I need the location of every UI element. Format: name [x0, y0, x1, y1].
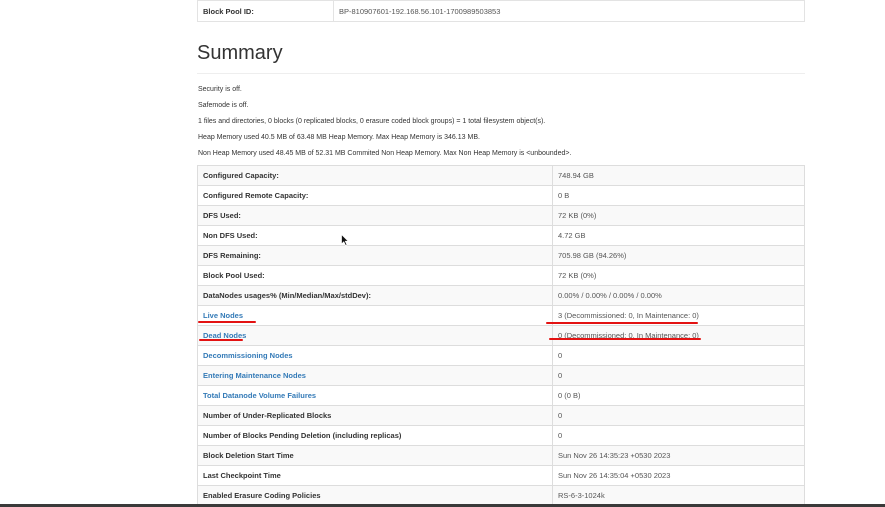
live-nodes-link[interactable]: Live Nodes: [203, 311, 243, 320]
table-row: Block Pool ID: BP-810907601-192.168.56.1…: [197, 0, 805, 22]
entering-maintenance-nodes-link[interactable]: Entering Maintenance Nodes: [203, 371, 306, 380]
namenode-overview-page: Block Pool ID: BP-810907601-192.168.56.1…: [0, 0, 885, 507]
table-row-configured-capacity: Configured Capacity: 748.94 GB: [197, 165, 805, 186]
table-row-entering-maintenance-nodes: Entering Maintenance Nodes 0: [197, 365, 805, 386]
row-label: Enabled Erasure Coding Policies: [197, 485, 553, 506]
row-label: DataNodes usages% (Min/Median/Max/stdDev…: [197, 285, 553, 306]
table-row-non-dfs-used: Non DFS Used: 4.72 GB: [197, 225, 805, 246]
table-row-dead-nodes: Dead Nodes 0 (Decommissioned: 0, In Main…: [197, 325, 805, 346]
row-label: Last Checkpoint Time: [197, 465, 553, 486]
row-value: RS-6-3-1024k: [552, 485, 805, 506]
volume-failures-link[interactable]: Total Datanode Volume Failures: [203, 391, 316, 400]
row-value: Sun Nov 26 14:35:23 +0530 2023: [552, 445, 805, 466]
decommissioning-nodes-link[interactable]: Decommissioning Nodes: [203, 351, 293, 360]
table-row-dfs-remaining: DFS Remaining: 705.98 GB (94.26%): [197, 245, 805, 266]
row-value: 705.98 GB (94.26%): [552, 245, 805, 266]
table-row-dfs-used: DFS Used: 72 KB (0%): [197, 205, 805, 226]
row-label: Configured Remote Capacity:: [197, 185, 553, 206]
table-row-decommissioning-nodes: Decommissioning Nodes 0: [197, 345, 805, 366]
live-nodes-value-underline: [546, 322, 698, 324]
table-row-last-checkpoint: Last Checkpoint Time Sun Nov 26 14:35:04…: [197, 465, 805, 486]
row-label: Number of Blocks Pending Deletion (inclu…: [197, 425, 553, 446]
safemode-status-text: Safemode is off.: [198, 102, 249, 109]
row-label: Number of Under-Replicated Blocks: [197, 405, 553, 426]
row-value: Sun Nov 26 14:35:04 +0530 2023: [552, 465, 805, 486]
row-value: 72 KB (0%): [552, 265, 805, 286]
summary-table: Configured Capacity: 748.94 GB Configure…: [197, 165, 805, 506]
security-status-text: Security is off.: [198, 86, 242, 93]
live-nodes-underline: [198, 321, 256, 323]
row-value: 0: [552, 365, 805, 386]
row-value: 0: [552, 425, 805, 446]
row-value: 748.94 GB: [552, 165, 805, 186]
non-heap-memory-text: Non Heap Memory used 48.45 MB of 52.31 M…: [198, 150, 572, 157]
summary-header: Summary: [197, 40, 805, 74]
table-row-under-replicated-blocks: Number of Under-Replicated Blocks 0: [197, 405, 805, 426]
row-label: Configured Capacity:: [197, 165, 553, 186]
row-value: 72 KB (0%): [552, 205, 805, 226]
row-label: Block Pool Used:: [197, 265, 553, 286]
table-row-pending-deletion: Number of Blocks Pending Deletion (inclu…: [197, 425, 805, 446]
row-label: Block Deletion Start Time: [197, 445, 553, 466]
row-value: 0: [552, 405, 805, 426]
block-pool-id-label: Block Pool ID:: [197, 0, 334, 22]
table-row-volume-failures: Total Datanode Volume Failures 0 (0 B): [197, 385, 805, 406]
filesystem-objects-text: 1 files and directories, 0 blocks (0 rep…: [198, 118, 546, 125]
table-row-live-nodes: Live Nodes 3 (Decommissioned: 0, In Main…: [197, 305, 805, 326]
row-value: 4.72 GB: [552, 225, 805, 246]
dead-nodes-value-underline: [549, 338, 701, 340]
block-pool-id-value: BP-810907601-192.168.56.101-170098950385…: [333, 0, 805, 22]
block-pool-table: Block Pool ID: BP-810907601-192.168.56.1…: [197, 0, 805, 22]
row-label: Non DFS Used:: [197, 225, 553, 246]
heap-memory-text: Heap Memory used 40.5 MB of 63.48 MB Hea…: [198, 134, 480, 141]
page-title: Summary: [197, 42, 283, 64]
mouse-pointer-icon: [341, 234, 349, 246]
row-value: 0: [552, 345, 805, 366]
row-label: DFS Remaining:: [197, 245, 553, 266]
table-row-erasure-coding-policies: Enabled Erasure Coding Policies RS-6-3-1…: [197, 485, 805, 506]
table-row-configured-remote-capacity: Configured Remote Capacity: 0 B: [197, 185, 805, 206]
row-label: DFS Used:: [197, 205, 553, 226]
row-value: 0 (Decommissioned: 0, In Maintenance: 0): [552, 325, 805, 346]
row-value: 0.00% / 0.00% / 0.00% / 0.00%: [552, 285, 805, 306]
table-row-block-deletion-start: Block Deletion Start Time Sun Nov 26 14:…: [197, 445, 805, 466]
row-value: 0 B: [552, 185, 805, 206]
row-value: 0 (0 B): [552, 385, 805, 406]
dead-nodes-underline: [199, 339, 243, 341]
table-row-block-pool-used: Block Pool Used: 72 KB (0%): [197, 265, 805, 286]
summary-notes: Security is off. Safemode is off. 1 file…: [198, 84, 805, 164]
table-row-datanodes-usages: DataNodes usages% (Min/Median/Max/stdDev…: [197, 285, 805, 306]
